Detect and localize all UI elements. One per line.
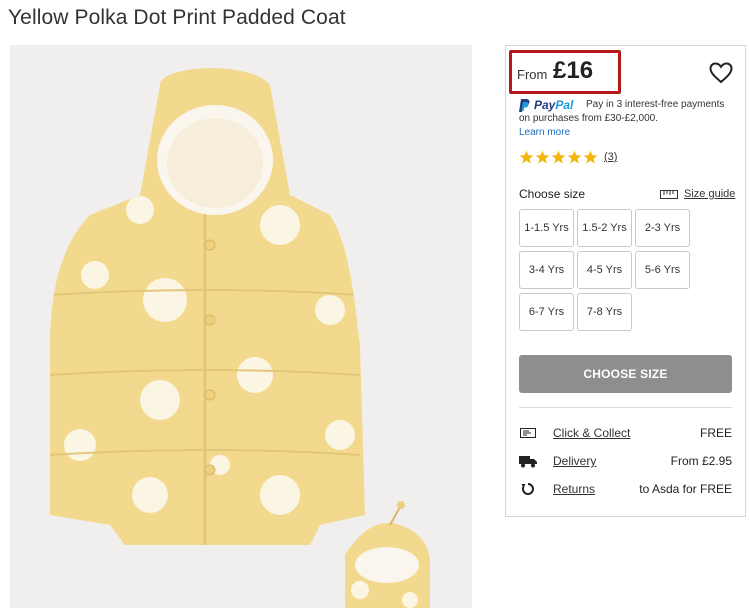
returns-value: to Asda for FREE <box>639 482 732 496</box>
star-rating <box>519 150 598 165</box>
price-prefix: From <box>517 67 548 82</box>
purchase-panel: From £16 Pay Pal Pay in 3 interest-free p… <box>505 45 746 517</box>
review-count-link[interactable]: (3) <box>604 151 617 163</box>
click-collect-value: FREE <box>699 426 732 440</box>
product-title: Yellow Polka Dot Print Padded Coat <box>8 6 346 29</box>
returns-link[interactable]: Returns <box>553 482 639 496</box>
returns-icon <box>519 482 537 496</box>
size-option[interactable]: 6-7 Yrs <box>519 293 574 331</box>
paypal-icon <box>519 98 530 112</box>
size-option[interactable]: 2-3 Yrs <box>635 209 690 247</box>
size-option[interactable]: 3-4 Yrs <box>519 251 574 289</box>
click-collect-row: Click & Collect FREE <box>519 424 732 442</box>
ruler-icon <box>660 189 678 199</box>
paypal-brand-a: Pay <box>534 98 556 112</box>
click-collect-icon <box>519 426 537 440</box>
size-options: 1-1.5 Yrs 1.5-2 Yrs 2-3 Yrs 3-4 Yrs 4-5 … <box>519 209 690 331</box>
star-icon <box>551 150 566 164</box>
heart-icon[interactable] <box>709 62 733 84</box>
star-icon <box>583 150 598 164</box>
paypal-learn-more-link[interactable]: Learn more <box>519 127 570 138</box>
divider <box>519 407 732 408</box>
size-option[interactable]: 1.5-2 Yrs <box>577 209 632 247</box>
size-option[interactable]: 1-1.5 Yrs <box>519 209 574 247</box>
size-option[interactable]: 7-8 Yrs <box>577 293 632 331</box>
star-icon <box>535 150 550 164</box>
size-option[interactable]: 5-6 Yrs <box>635 251 690 289</box>
delivery-value: From £2.95 <box>670 454 732 468</box>
paypal-text-line2: on purchases from £30-£2,000. <box>519 113 658 124</box>
delivery-truck-icon <box>519 454 537 468</box>
paypal-brand-b: Pal <box>555 98 574 112</box>
choose-size-button[interactable]: CHOOSE SIZE <box>519 355 732 393</box>
delivery-link[interactable]: Delivery <box>553 454 671 468</box>
paypal-text-line1: Pay in 3 interest-free payments <box>586 99 725 110</box>
star-icon <box>519 150 534 164</box>
price-value: £16 <box>553 57 594 84</box>
paypal-logo: Pay Pal <box>519 98 573 112</box>
size-guide-link[interactable]: Size guide <box>660 188 735 200</box>
size-option[interactable]: 4-5 Yrs <box>577 251 632 289</box>
product-image[interactable] <box>10 45 472 608</box>
delivery-row: Delivery From £2.95 <box>519 452 732 470</box>
star-icon <box>567 150 582 164</box>
size-guide-label: Size guide <box>684 188 736 200</box>
choose-size-label: Choose size <box>519 187 586 201</box>
click-collect-link[interactable]: Click & Collect <box>553 426 700 440</box>
returns-row: Returns to Asda for FREE <box>519 480 732 498</box>
